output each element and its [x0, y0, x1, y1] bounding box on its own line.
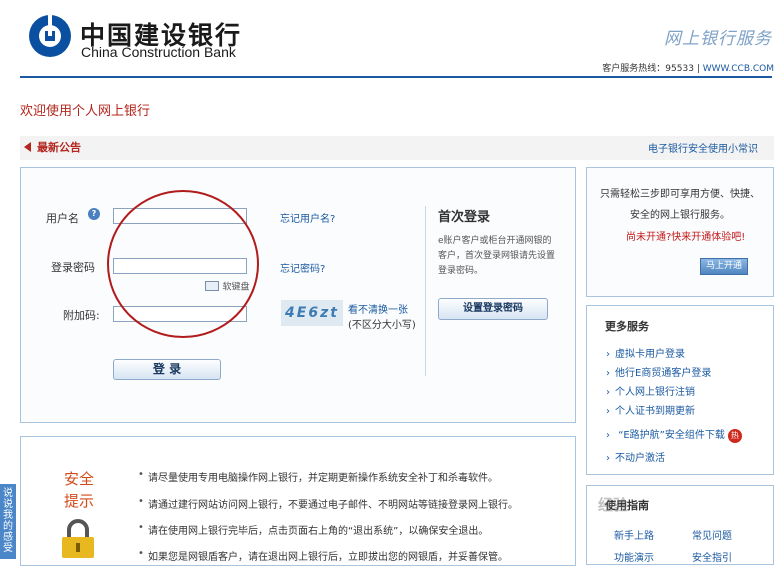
header-divider	[20, 76, 772, 78]
more-services-title: 更多服务	[605, 320, 649, 333]
security-tip: 请通过建行网站访问网上银行，不要通过电子邮件、不明网站等链接登录网上银行。	[138, 496, 518, 511]
login-panel	[20, 167, 576, 423]
annotation-circle	[107, 190, 259, 338]
hotline-separator: |	[696, 64, 700, 74]
service-link[interactable]: “E路护航”安全组件下载热	[606, 426, 742, 443]
captcha-refresh-link[interactable]: 看不清换一张	[348, 301, 408, 316]
bank-name-en: China Construction Bank	[81, 44, 236, 60]
captcha-image: 4E6zt	[281, 300, 343, 326]
captcha-label: 附加码:	[63, 309, 100, 322]
guide-link[interactable]: 常见问题	[692, 527, 732, 542]
security-title-line2: 提示	[64, 492, 95, 510]
lock-icon	[62, 519, 94, 558]
watermark-text: 经验	[598, 496, 629, 514]
security-title-line1: 安全	[64, 470, 95, 488]
service-link[interactable]: 个人网上银行注销	[606, 383, 695, 398]
notice-arrow-icon	[24, 142, 31, 152]
feedback-side-tab[interactable]: 说说我的感受	[0, 484, 16, 559]
forgot-username-link[interactable]: 忘记用户名?	[280, 210, 335, 225]
guide-link[interactable]: 安全指引	[692, 549, 732, 564]
guide-link[interactable]: 功能演示	[614, 549, 654, 564]
set-password-button[interactable]: 设置登录密码	[438, 298, 548, 320]
username-label: 用户名	[46, 212, 79, 225]
first-login-desc: e账户客户或柜台开通网银的客户，首次登录网银请先设置登录密码。	[438, 236, 556, 276]
service-link[interactable]: 个人证书到期更新	[606, 402, 695, 417]
hotline: 客户服务热线：95533 | WWW.CCB.COM	[602, 61, 774, 74]
signup-button[interactable]: 马上开通	[700, 258, 748, 275]
login-button[interactable]: 登 录	[113, 359, 221, 380]
signup-promo-text: 尚未开通?快来开通体验吧!	[626, 232, 746, 243]
service-link-label: “E路护航”安全组件下载	[618, 430, 725, 441]
captcha-case-note: (不区分大小写)	[348, 320, 416, 331]
latest-notice-link[interactable]: 最新公告	[37, 139, 81, 155]
safety-tips-link[interactable]: 电子银行安全使用小常识	[648, 140, 758, 155]
hotline-label: 客户服务热线：95533	[602, 64, 694, 74]
ccb-logo-icon	[29, 14, 71, 57]
login-divider	[425, 206, 426, 376]
help-icon[interactable]: ?	[88, 208, 100, 220]
forgot-password-link[interactable]: 忘记密码?	[280, 260, 325, 275]
guide-link[interactable]: 新手上路	[614, 527, 654, 542]
service-link[interactable]: 他行E商贸通客户登录	[606, 364, 711, 379]
service-link[interactable]: 不动户激活	[606, 449, 665, 464]
security-tip: 如果您是网银盾客户，请在退出网上银行后，立即拔出您的网银盾，并妥善保管。	[138, 548, 508, 563]
first-login-title: 首次登录	[438, 210, 491, 225]
security-title: 安全 提示	[64, 468, 94, 512]
site-url-link[interactable]: WWW.CCB.COM	[703, 64, 774, 74]
security-tip: 请在使用网上银行完毕后，点击页面右上角的“退出系统”，以确保安全退出。	[138, 522, 488, 537]
ebank-service-title: 网上银行服务	[664, 29, 772, 49]
service-link[interactable]: 虚拟卡用户登录	[606, 345, 685, 360]
page-title: 欢迎使用个人网上银行	[20, 104, 151, 119]
password-label: 登录密码	[51, 261, 95, 274]
hot-badge: 热	[727, 429, 742, 443]
signup-desc: 只需轻松三步即可享用方便、快捷、安全的网上银行服务。	[600, 189, 760, 221]
security-tip: 请尽量使用专用电脑操作网上银行，并定期更新操作系统安全补丁和杀毒软件。	[138, 469, 498, 484]
